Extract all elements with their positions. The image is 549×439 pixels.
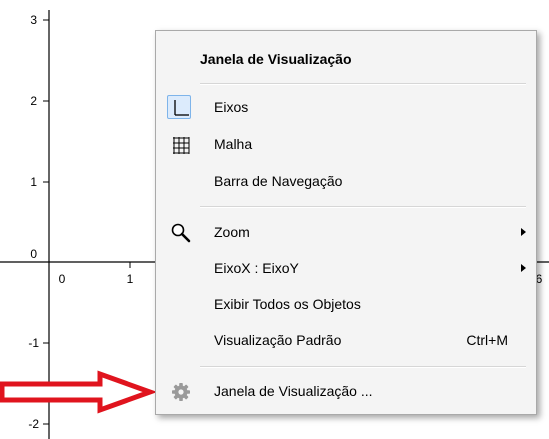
grid-icon [173, 137, 190, 154]
menu-item-label: Exibir Todos os Objetos [214, 296, 361, 312]
y-tick-label: -2 [28, 417, 39, 431]
menu-item-label: Zoom [214, 224, 250, 240]
menu-item-barra-de-navegacao[interactable]: Barra de Navegação [156, 166, 536, 196]
menu-item-visualizacao-padrao[interactable]: Visualização Padrão Ctrl+M [156, 325, 536, 355]
menu-item-label: Janela de Visualização ... [214, 383, 373, 399]
menu-item-janela-de-visualizacao-settings[interactable]: Janela de Visualização ... [156, 376, 536, 406]
submenu-arrow-icon [521, 264, 526, 272]
menu-separator [200, 366, 526, 368]
y-tick-label: 1 [30, 175, 37, 189]
y-tick-label: 2 [30, 94, 37, 108]
x-tick-label: 0 [59, 272, 66, 286]
menu-item-exibir-todos-os-objetos[interactable]: Exibir Todos os Objetos [156, 289, 536, 319]
menu-separator [200, 206, 526, 208]
y-tick-label: 3 [30, 13, 37, 27]
menu-item-malha[interactable]: Malha [156, 129, 536, 159]
menu-item-eixox-eixoy[interactable]: EixoX : EixoY [156, 253, 536, 283]
menu-title: Janela de Visualização [200, 51, 352, 67]
menu-item-shortcut: Ctrl+M [466, 332, 508, 348]
y-tick-label: -1 [28, 336, 39, 350]
menu-item-zoom[interactable]: Zoom [156, 217, 536, 247]
menu-item-eixos[interactable]: Eixos [156, 92, 536, 122]
menu-separator [200, 83, 526, 85]
magnifier-icon [171, 223, 191, 243]
x-tick-label: 1 [127, 272, 134, 286]
context-menu: Janela de Visualização Eixos Malha Barra… [155, 30, 537, 415]
menu-item-label: Barra de Navegação [214, 173, 343, 189]
red-arrow-icon [0, 370, 158, 414]
y-tick-label: 0 [30, 247, 37, 261]
submenu-arrow-icon [521, 228, 526, 236]
menu-item-label: Malha [214, 136, 253, 152]
menu-item-label: EixoX : EixoY [214, 260, 299, 276]
axes-icon [174, 100, 189, 116]
menu-item-label: Eixos [214, 99, 249, 115]
gear-icon [172, 383, 190, 401]
menu-item-label: Visualização Padrão [214, 332, 342, 348]
